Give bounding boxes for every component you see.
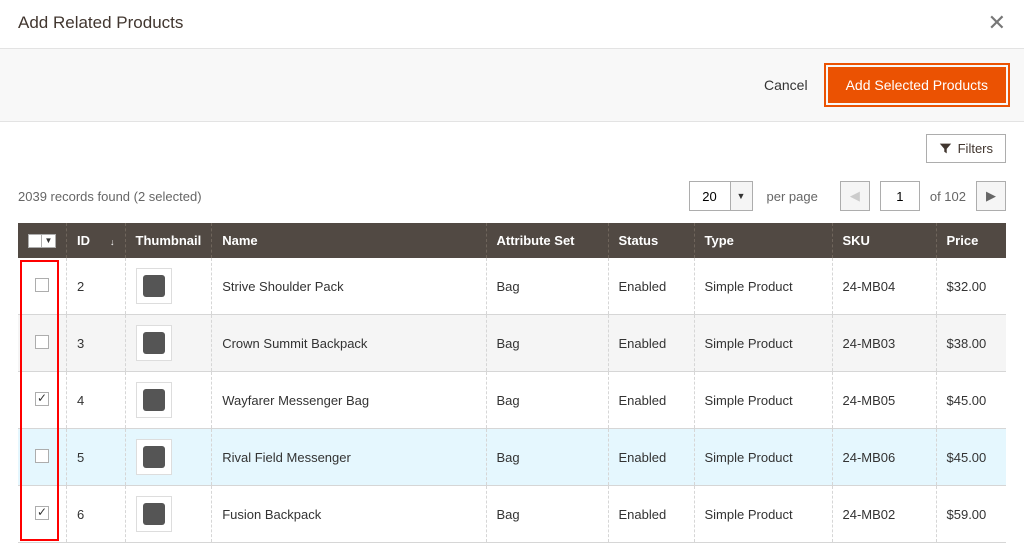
cell-price: $45.00: [936, 372, 1006, 429]
cell-name: Strive Shoulder Pack: [212, 258, 486, 315]
column-header-checkbox[interactable]: ▼: [18, 223, 67, 258]
cell-sku: 24-MB02: [832, 486, 936, 543]
product-thumbnail: [136, 382, 172, 418]
grid-wrapper: ▼ ID↓ Thumbnail Name Attribute Set Statu…: [0, 223, 1024, 543]
current-page-input[interactable]: [880, 181, 920, 211]
cell-id: 3: [67, 315, 126, 372]
chevron-right-icon: ▶: [986, 188, 996, 204]
row-checkbox[interactable]: [35, 392, 49, 406]
select-all-checkbox[interactable]: [28, 234, 42, 248]
cell-attribute-set: Bag: [486, 372, 608, 429]
filters-row: Filters: [0, 122, 1024, 163]
cell-price: $45.00: [936, 429, 1006, 486]
products-grid: ▼ ID↓ Thumbnail Name Attribute Set Statu…: [18, 223, 1006, 543]
cell-price: $59.00: [936, 486, 1006, 543]
prev-page-button[interactable]: ◀: [840, 181, 870, 211]
cell-attribute-set: Bag: [486, 315, 608, 372]
page-size-dropdown[interactable]: ▼: [731, 181, 753, 211]
chevron-left-icon: ◀: [850, 188, 860, 204]
product-thumbnail: [136, 496, 172, 532]
product-thumbnail: [136, 268, 172, 304]
row-checkbox[interactable]: [35, 449, 49, 463]
page-size-control: ▼: [689, 181, 753, 211]
thumbnail-placeholder-icon: [143, 332, 165, 354]
product-thumbnail: [136, 439, 172, 475]
grid-header-row: ▼ ID↓ Thumbnail Name Attribute Set Statu…: [18, 223, 1006, 258]
cell-name: Crown Summit Backpack: [212, 315, 486, 372]
table-row[interactable]: 3 Crown Summit BackpackBagEnabledSimple P…: [18, 315, 1006, 372]
cell-attribute-set: Bag: [486, 429, 608, 486]
cell-thumbnail: [125, 315, 212, 372]
cell-name: Wayfarer Messenger Bag: [212, 372, 486, 429]
close-icon[interactable]: ✕: [988, 12, 1006, 34]
cell-type: Simple Product: [694, 315, 832, 372]
filters-button[interactable]: Filters: [926, 134, 1006, 163]
cell-sku: 24-MB04: [832, 258, 936, 315]
column-header-status[interactable]: Status: [608, 223, 694, 258]
per-page-label: per page: [767, 189, 818, 204]
cell-status: Enabled: [608, 429, 694, 486]
table-row[interactable]: 2 Strive Shoulder PackBagEnabledSimple Pr…: [18, 258, 1006, 315]
table-row[interactable]: 4 Wayfarer Messenger BagBagEnabledSimple …: [18, 372, 1006, 429]
cell-status: Enabled: [608, 486, 694, 543]
add-selected-products-button[interactable]: Add Selected Products: [828, 67, 1006, 103]
cell-id: 6: [67, 486, 126, 543]
modal-header: Add Related Products ✕: [0, 0, 1024, 48]
cell-name: Fusion Backpack: [212, 486, 486, 543]
cell-type: Simple Product: [694, 429, 832, 486]
modal-title: Add Related Products: [18, 13, 183, 33]
select-all-dropdown[interactable]: ▼: [42, 234, 56, 248]
row-checkbox[interactable]: [35, 278, 49, 292]
records-count: 2039 records found (2 selected): [18, 189, 202, 204]
thumbnail-placeholder-icon: [143, 446, 165, 468]
cancel-button[interactable]: Cancel: [764, 77, 808, 93]
cell-status: Enabled: [608, 372, 694, 429]
cell-type: Simple Product: [694, 258, 832, 315]
cell-thumbnail: [125, 429, 212, 486]
cell-type: Simple Product: [694, 486, 832, 543]
cell-status: Enabled: [608, 315, 694, 372]
sort-arrow-icon: ↓: [110, 237, 115, 247]
cell-attribute-set: Bag: [486, 486, 608, 543]
cell-sku: 24-MB03: [832, 315, 936, 372]
funnel-icon: [939, 142, 952, 155]
cell-thumbnail: [125, 258, 212, 315]
cell-type: Simple Product: [694, 372, 832, 429]
page-size-input[interactable]: [689, 181, 731, 211]
action-bar: Cancel Add Selected Products: [0, 48, 1024, 122]
cell-status: Enabled: [608, 258, 694, 315]
row-checkbox[interactable]: [35, 506, 49, 520]
cell-sku: 24-MB06: [832, 429, 936, 486]
cell-attribute-set: Bag: [486, 258, 608, 315]
pager: ▼ per page ◀ of 102 ▶: [689, 181, 1006, 211]
table-row[interactable]: 5 Rival Field MessengerBagEnabledSimple P…: [18, 429, 1006, 486]
column-header-name[interactable]: Name: [212, 223, 486, 258]
column-header-attribute-set[interactable]: Attribute Set: [486, 223, 608, 258]
cell-price: $38.00: [936, 315, 1006, 372]
column-header-id[interactable]: ID↓: [67, 223, 126, 258]
grid-toolbar: 2039 records found (2 selected) ▼ per pa…: [0, 163, 1024, 223]
next-page-button[interactable]: ▶: [976, 181, 1006, 211]
cell-thumbnail: [125, 372, 212, 429]
column-header-price[interactable]: Price: [936, 223, 1006, 258]
filters-label: Filters: [958, 141, 993, 156]
cell-id: 2: [67, 258, 126, 315]
thumbnail-placeholder-icon: [143, 275, 165, 297]
cell-thumbnail: [125, 486, 212, 543]
cell-id: 5: [67, 429, 126, 486]
cell-id: 4: [67, 372, 126, 429]
table-row[interactable]: 6 Fusion BackpackBagEnabledSimple Product…: [18, 486, 1006, 543]
column-header-sku[interactable]: SKU: [832, 223, 936, 258]
column-header-thumbnail[interactable]: Thumbnail: [125, 223, 212, 258]
cell-price: $32.00: [936, 258, 1006, 315]
product-thumbnail: [136, 325, 172, 361]
row-checkbox[interactable]: [35, 335, 49, 349]
cell-sku: 24-MB05: [832, 372, 936, 429]
cell-name: Rival Field Messenger: [212, 429, 486, 486]
total-pages-label: of 102: [930, 189, 966, 204]
thumbnail-placeholder-icon: [143, 389, 165, 411]
column-header-type[interactable]: Type: [694, 223, 832, 258]
